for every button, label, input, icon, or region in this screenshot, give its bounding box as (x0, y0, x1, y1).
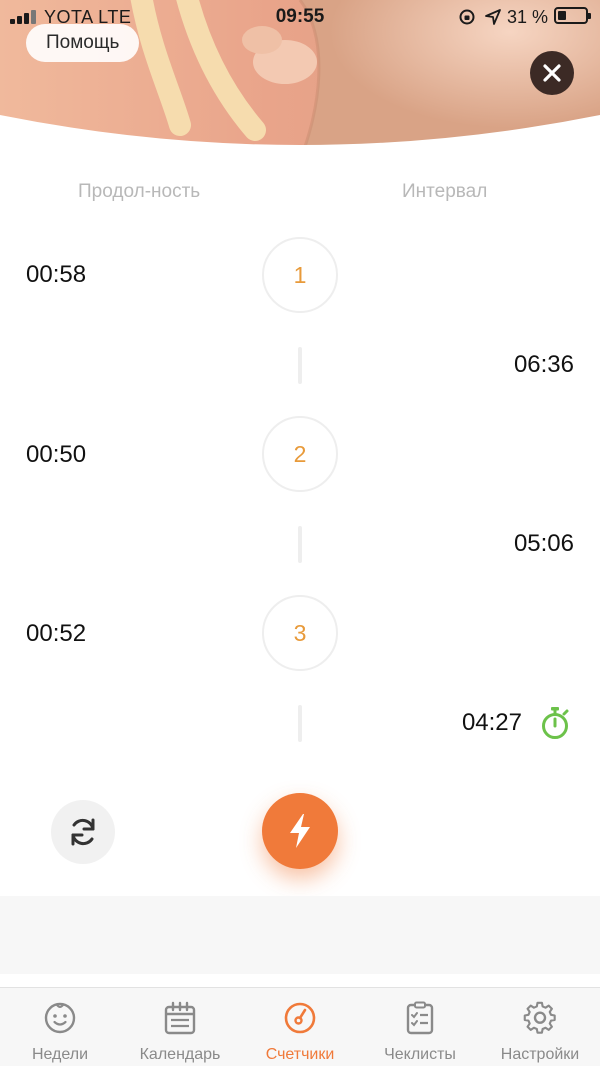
contraction-number: 3 (262, 595, 338, 671)
tab-bar: Недели Календарь Счетчики Чеклисты Настр… (0, 987, 600, 1066)
duration-column-header: Продол-ность (78, 181, 201, 202)
calendar-icon (164, 1001, 196, 1035)
tab-calendar[interactable]: Календарь (120, 988, 240, 1066)
help-button[interactable]: Помощь (26, 24, 140, 62)
counter-gauge-icon (284, 1002, 316, 1034)
gear-icon (523, 1001, 556, 1034)
tab-label: Настройки (500, 1046, 580, 1063)
battery-icon (554, 7, 591, 24)
content-footer-band (0, 896, 600, 974)
close-icon (543, 64, 561, 82)
lightning-icon (290, 814, 310, 848)
reset-button[interactable] (51, 800, 115, 864)
interval-column-header: Интервал (402, 181, 488, 202)
baby-face-icon (44, 1002, 76, 1034)
contraction-number: 2 (262, 416, 338, 492)
battery-percent: 31 % (506, 7, 548, 27)
contraction-number: 1 (262, 237, 338, 313)
live-interval-timer: 04:27 (461, 709, 522, 736)
tab-counters[interactable]: Счетчики (240, 988, 360, 1066)
interval-value: 05:06 (513, 530, 574, 557)
interval-value: 06:36 (513, 351, 574, 378)
contraction-duration: 00:58 (26, 261, 87, 288)
tab-label: Календарь (139, 1046, 221, 1063)
orientation-lock-icon (459, 9, 475, 25)
contraction-duration: 00:52 (26, 620, 87, 647)
tab-label: Чеклисты (384, 1046, 456, 1063)
tab-label: Счетчики (265, 1046, 335, 1063)
contraction-counter-screen: YOTA LTE 09:55 31 % Помощь Продол-ность … (0, 0, 600, 1066)
timeline-connector (298, 526, 302, 563)
contraction-duration: 00:50 (26, 441, 87, 468)
tab-checklists[interactable]: Чеклисты (360, 988, 480, 1066)
stopwatch-icon (542, 707, 569, 739)
timeline-connector (298, 705, 302, 742)
close-button[interactable] (530, 51, 574, 95)
location-arrow-icon (485, 9, 501, 25)
checklist-icon (406, 1001, 434, 1035)
timeline-connector (298, 347, 302, 384)
tab-label: Недели (31, 1046, 89, 1063)
contraction-start-button[interactable] (262, 793, 338, 869)
tab-weeks[interactable]: Недели (0, 988, 120, 1066)
refresh-icon (71, 818, 95, 846)
tab-settings[interactable]: Настройки (480, 988, 600, 1066)
